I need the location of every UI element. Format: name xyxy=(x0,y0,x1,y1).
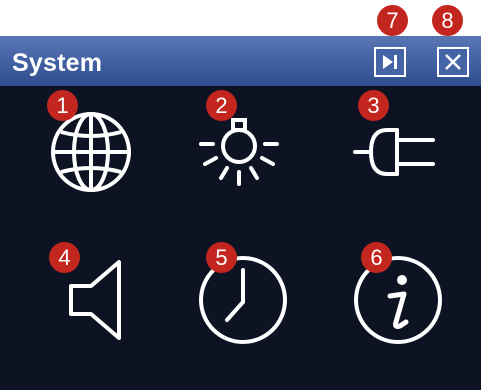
marker-8: 8 xyxy=(432,5,463,36)
marker-4: 4 xyxy=(49,242,80,273)
lightbulb-icon xyxy=(199,118,279,186)
marker-7: 7 xyxy=(377,5,408,36)
info-button[interactable] xyxy=(343,245,453,355)
power-plug-icon xyxy=(353,128,435,176)
marker-2: 2 xyxy=(206,90,237,121)
brightness-button[interactable] xyxy=(184,95,294,205)
marker-3: 3 xyxy=(358,90,389,121)
time-button[interactable] xyxy=(188,245,298,355)
skip-next-icon xyxy=(383,55,397,69)
marker-5: 5 xyxy=(206,242,237,273)
marker-6: 6 xyxy=(361,242,392,273)
next-button[interactable] xyxy=(374,47,406,77)
window-title: System xyxy=(12,49,103,77)
close-icon xyxy=(445,54,461,70)
power-button[interactable] xyxy=(340,95,450,205)
marker-1: 1 xyxy=(47,90,78,121)
close-button[interactable] xyxy=(437,47,469,77)
